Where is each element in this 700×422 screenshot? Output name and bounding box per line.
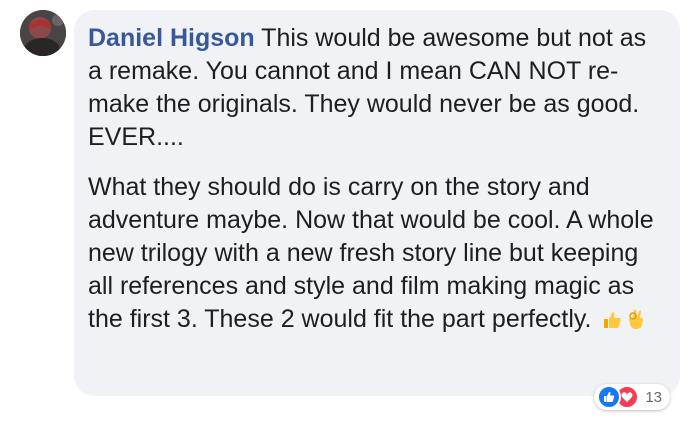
comment-text-2: What they should do is carry on the stor…: [88, 173, 654, 333]
reaction-count: 13: [645, 388, 662, 406]
reactions-summary[interactable]: 13: [594, 384, 670, 410]
avatar[interactable]: [20, 10, 66, 56]
comment-paragraph: Daniel Higson This would be awesome but …: [88, 22, 664, 154]
comment-body: Daniel Higson This would be awesome but …: [88, 22, 664, 339]
ok-hand-icon: [626, 306, 646, 339]
author-name-link[interactable]: Daniel Higson: [88, 24, 255, 52]
thumbs-up-icon: [602, 306, 622, 339]
comment-bubble: Daniel Higson This would be awesome but …: [74, 10, 680, 396]
comment-paragraph: What they should do is carry on the stor…: [88, 171, 664, 339]
